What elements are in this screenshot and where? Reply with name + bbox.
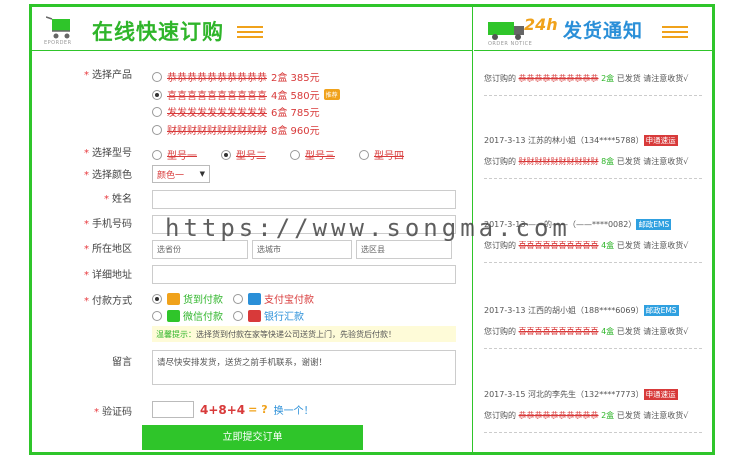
shipment-product: 喜喜喜喜喜喜喜喜喜喜 (518, 241, 599, 250)
captcha-input[interactable] (152, 401, 194, 418)
captcha-expression: 4+8+4 (200, 402, 246, 417)
address-label: 详细地址 (92, 270, 132, 281)
name-input[interactable] (152, 190, 456, 209)
bank-card-icon (248, 309, 261, 322)
model-option-label[interactable]: 型号二 (236, 147, 266, 162)
shipment-item: 2017-3-13 江西的胡小姐（188****6069） 邮政EMS 您订购的 喜… (484, 304, 702, 349)
shipment-product: 财财财财财财财财财财 (518, 157, 599, 166)
product-option[interactable]: 喜喜喜喜喜喜喜喜喜喜 4盒 580元 推荐 (152, 87, 340, 102)
shipment-product: 恭恭恭恭恭恭恭恭恭恭 (518, 74, 599, 83)
phone-label: 手机号码 (92, 219, 132, 230)
pay-wechat-radio[interactable] (152, 310, 162, 321)
product-option[interactable]: 恭恭恭恭恭恭恭恭恭恭 2盒 385元 (152, 69, 320, 84)
city-select[interactable]: 选城市 (252, 240, 352, 259)
product-radio[interactable] (152, 106, 162, 117)
model-option-label[interactable]: 型号四 (374, 147, 404, 162)
order-title: 在线快速订购 (92, 20, 224, 44)
cart-icon (46, 16, 70, 39)
order-header: EPORDER 在线快速订购 (32, 7, 472, 51)
courier-badge: 邮政EMS (636, 219, 672, 230)
pay-alipay-radio[interactable] (233, 293, 243, 304)
24h-logo: 24h (524, 15, 558, 34)
captcha-label: 验证码 (102, 407, 132, 418)
color-label: 选择颜色 (92, 170, 132, 181)
shipment-item: 2017-3-15 河北的李先生（132****7773） 申通速运 您订购的 恭恭… (484, 388, 702, 433)
pay-alipay[interactable]: 支付宝付款 (233, 291, 314, 306)
district-select[interactable]: 选区县 (356, 240, 452, 259)
shipping-header-sub: ORDER NOTICE (488, 41, 533, 47)
courier-badge: 申通速运 (643, 389, 678, 400)
order-frame: EPORDER 在线快速订购 * 选择产品 恭恭恭恭恭恭恭恭恭恭 2盒 385元 喜喜… (29, 4, 715, 455)
note-textarea[interactable]: 请尽快安排发货，送货之前手机联系，谢谢！ (152, 350, 456, 385)
shipping-header: 24h ORDER NOTICE 发货通知 (474, 7, 712, 51)
model-radio[interactable] (290, 149, 300, 160)
payment-tip: 温馨提示：选择货到付款在家等快递公司送货上门，先验货后付款！ (152, 326, 456, 342)
model-option-label[interactable]: 型号三 (305, 147, 335, 162)
product-name: 恭恭恭恭恭恭恭恭恭恭 (167, 73, 267, 84)
alipay-icon (248, 292, 261, 305)
order-panel: EPORDER 在线快速订购 * 选择产品 恭恭恭恭恭恭恭恭恭恭 2盒 385元 喜喜… (32, 7, 473, 452)
address-input[interactable] (152, 265, 456, 284)
wechat-icon (167, 309, 180, 322)
pay-bank-radio[interactable] (233, 310, 243, 321)
product-price: 8盒 960元 (271, 126, 320, 137)
product-price: 6盒 785元 (271, 108, 320, 119)
model-option-label[interactable]: 型号一 (167, 147, 197, 162)
province-select[interactable]: 选省份 (152, 240, 248, 259)
model-label: 选择型号 (92, 148, 132, 159)
shipment-meta: 2017-3-15 河北的李先生（132****7773） (484, 390, 644, 399)
product-label-row: * 选择产品 (84, 70, 132, 81)
model-radio[interactable] (359, 149, 369, 160)
pay-wechat[interactable]: 微信付款 (152, 308, 223, 323)
chevron-down-icon: ▼ (199, 170, 205, 178)
money-bag-icon (167, 292, 180, 305)
shipment-meta: 2017-3-13 江苏的林小姐（134****5788） (484, 136, 644, 145)
shipment-item: 您订购的 恭恭恭恭恭恭恭恭恭恭 2盒 已发货 请注意收货√ (484, 72, 702, 96)
hot-badge: 推荐 (323, 89, 340, 100)
captcha-eq: = ? (248, 403, 268, 416)
note-label: 留言 (112, 357, 132, 368)
product-label: 选择产品 (92, 70, 132, 81)
model-radio[interactable] (221, 149, 231, 160)
shipment-meta: 2017-3-13 ——的——（——****0082） (484, 220, 637, 229)
product-price: 2盒 385元 (271, 73, 320, 84)
product-radio[interactable] (152, 124, 162, 135)
shipment-item: 2017-3-13 江苏的林小姐（134****5788） 申通速运 您订购的 财财… (484, 134, 702, 179)
shipment-product: 喜喜喜喜喜喜喜喜喜喜 (518, 327, 599, 336)
product-name: 喜喜喜喜喜喜喜喜喜喜 (167, 91, 267, 102)
product-name: 发发发发发发发发发发 (167, 108, 267, 119)
courier-badge: 邮政EMS (643, 305, 679, 316)
pay-cod[interactable]: 货到付款 (152, 291, 223, 306)
decor-lines (662, 26, 688, 41)
pay-bank[interactable]: 银行汇款 (233, 308, 304, 323)
shipment-item: 2017-3-13 ——的——（——****0082） 邮政EMS 您订购的 喜喜喜… (484, 218, 702, 263)
product-radio[interactable] (152, 71, 162, 82)
name-label: 姓名 (112, 194, 132, 205)
product-option[interactable]: 财财财财财财财财财财 8盒 960元 (152, 122, 320, 137)
region-label: 所在地区 (92, 244, 132, 255)
color-select[interactable]: 颜色一 ▼ (152, 165, 210, 183)
order-header-sub: EPORDER (44, 40, 72, 46)
shipment-meta: 2017-3-13 江西的胡小姐（188****6069） (484, 306, 644, 315)
decor-lines (237, 26, 263, 41)
product-price: 4盒 580元 (271, 91, 320, 102)
phone-input[interactable] (152, 215, 456, 234)
submit-order-button[interactable]: 立即提交订单 (142, 425, 363, 450)
shipment-product: 恭恭恭恭恭恭恭恭恭恭 (518, 411, 599, 420)
pay-cod-radio[interactable] (152, 293, 162, 304)
shipping-title: 发货通知 (563, 20, 644, 42)
courier-badge: 申通速运 (643, 135, 678, 146)
product-radio[interactable] (152, 89, 162, 100)
shipping-panel: 24h ORDER NOTICE 发货通知 您订购的 恭恭恭恭恭恭恭恭恭恭 2盒… (474, 7, 712, 452)
product-option[interactable]: 发发发发发发发发发发 6盒 785元 (152, 104, 320, 119)
pay-label: 付款方式 (92, 296, 132, 307)
captcha-refresh-link[interactable]: 换一个！ (274, 402, 314, 417)
model-radio[interactable] (152, 149, 162, 160)
product-name: 财财财财财财财财财财 (167, 126, 267, 137)
model-options: 型号一 型号二 型号三 型号四 (152, 147, 428, 162)
